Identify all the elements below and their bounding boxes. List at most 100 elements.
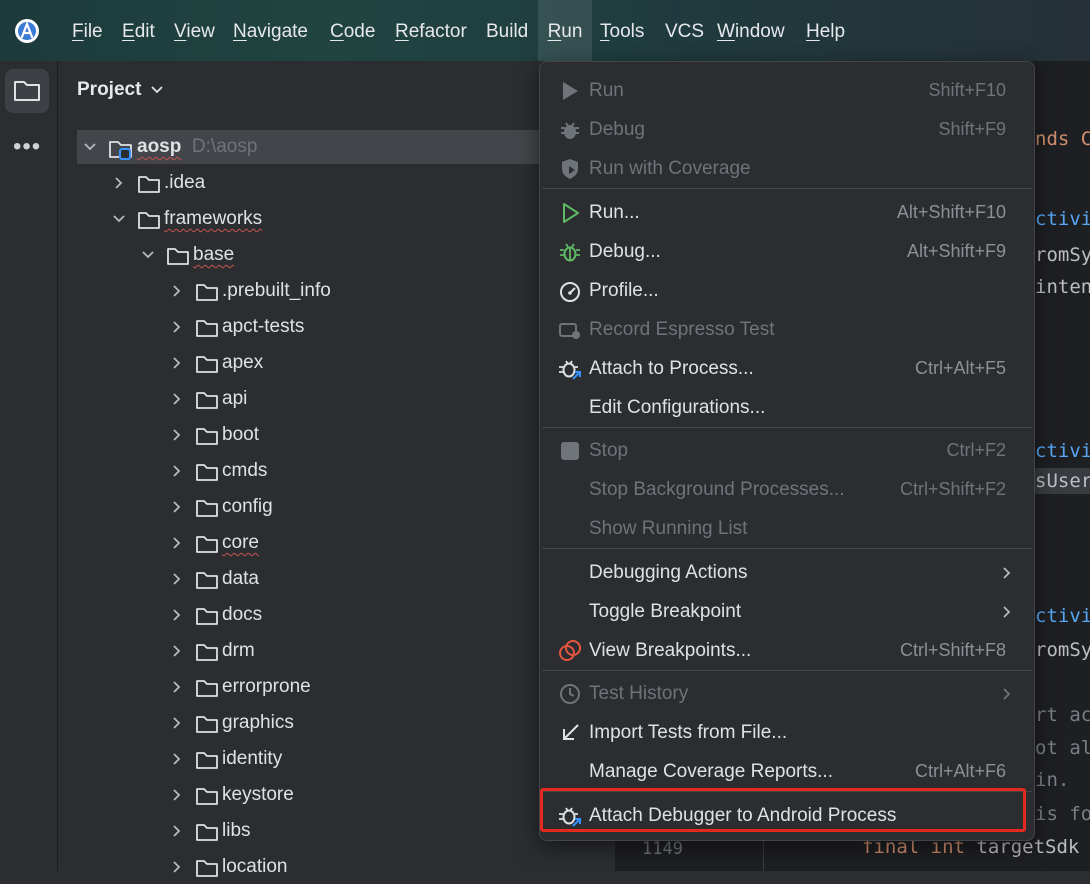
coverage-shield-icon <box>562 159 578 179</box>
tree-row[interactable]: libs <box>77 814 618 848</box>
tree-label-root: aosp D:\aosp <box>137 136 258 157</box>
tree-row[interactable]: apct-tests <box>77 310 618 344</box>
tree-row-root[interactable]: aosp D:\aosp <box>77 130 618 164</box>
tree-row[interactable]: apex <box>77 346 618 380</box>
menu-item-debugging-actions[interactable]: Debugging Actions <box>542 553 1032 592</box>
tree-row[interactable]: location <box>77 850 618 884</box>
chevron-right-icon[interactable] <box>170 789 184 801</box>
menu-item-toggle-breakpoint[interactable]: Toggle Breakpoint <box>542 592 1032 631</box>
android-studio-logo-icon[interactable] <box>14 18 40 44</box>
tree-label: drm <box>222 640 255 661</box>
menu-view[interactable]: View <box>174 0 215 61</box>
chevron-right-icon[interactable] <box>170 321 184 333</box>
chevron-right-icon[interactable] <box>170 717 184 729</box>
tree-row[interactable]: frameworks <box>77 202 618 236</box>
tree-row[interactable]: docs <box>77 598 618 632</box>
project-tool-button[interactable] <box>5 69 49 113</box>
menu-file[interactable]: File <box>72 0 103 61</box>
chevron-down-icon[interactable] <box>83 141 97 153</box>
tree-row[interactable]: boot <box>77 418 618 452</box>
folder-icon <box>196 428 218 445</box>
menu-code[interactable]: Code <box>330 0 375 61</box>
menu-item-debug[interactable]: Debug Shift+F9 <box>542 110 1032 149</box>
menu-help[interactable]: Help <box>806 0 845 61</box>
menu-item-shortcut: Ctrl+F2 <box>946 440 1006 460</box>
tree-row[interactable]: base <box>77 238 618 272</box>
menu-item-view-breakpoints[interactable]: View Breakpoints... Ctrl+Shift+F8 <box>542 631 1032 670</box>
menu-run[interactable]: Run <box>538 0 592 61</box>
tree-row[interactable]: drm <box>77 634 618 668</box>
menu-item-shortcut: Alt+Shift+F10 <box>896 202 1006 222</box>
chevron-down-icon[interactable] <box>112 213 126 225</box>
tree-row[interactable]: api <box>77 382 618 416</box>
tree-label: core <box>222 532 259 553</box>
profile-gauge-icon <box>560 282 580 302</box>
menu-item-edit-configurations[interactable]: Edit Configurations... <box>542 388 1032 427</box>
menu-item-import-tests[interactable]: Import Tests from File... <box>542 713 1032 752</box>
chevron-right-icon[interactable] <box>170 645 184 657</box>
menu-build[interactable]: Build <box>486 0 528 61</box>
tree-label: keystore <box>222 784 294 805</box>
chevron-right-icon[interactable] <box>170 537 184 549</box>
chevron-right-icon[interactable] <box>170 285 184 297</box>
tree-row[interactable]: graphics <box>77 706 618 740</box>
chevron-right-icon[interactable] <box>170 357 184 369</box>
menu-item-debug-config[interactable]: Debug... Alt+Shift+F9 <box>542 232 1032 271</box>
tree-row[interactable]: keystore <box>77 778 618 812</box>
chevron-right-icon[interactable] <box>170 681 184 693</box>
menu-item-label: View Breakpoints... <box>589 640 752 661</box>
menu-item-manage-coverage[interactable]: Manage Coverage Reports... Ctrl+Alt+F6 <box>542 752 1032 791</box>
tree-row[interactable]: .prebuilt_info <box>77 274 618 308</box>
tree-row[interactable]: data <box>77 562 618 596</box>
tree-label: apct-tests <box>222 316 305 337</box>
folder-icon <box>196 680 218 697</box>
tree-row[interactable]: identity <box>77 742 618 776</box>
menu-window[interactable]: Window <box>717 0 785 61</box>
menu-item-shortcut: Ctrl+Alt+F5 <box>914 358 1006 378</box>
chevron-right-icon[interactable] <box>170 753 184 765</box>
chevron-right-icon[interactable] <box>170 465 184 477</box>
chevron-right-icon[interactable] <box>170 609 184 621</box>
chevron-right-icon[interactable] <box>170 429 184 441</box>
menu-refactor[interactable]: Refactor <box>395 0 467 61</box>
menu-item-run-with-coverage[interactable]: Run with Coverage <box>542 149 1032 188</box>
chevron-right-icon[interactable] <box>112 177 126 189</box>
menu-item-run[interactable]: Run Shift+F10 <box>542 71 1032 110</box>
chevron-right-icon[interactable] <box>170 573 184 585</box>
menu-item-profile[interactable]: Profile... <box>542 271 1032 310</box>
chevron-down-icon[interactable] <box>150 85 164 95</box>
folder-icon <box>196 536 218 553</box>
chevron-right-icon[interactable] <box>170 393 184 405</box>
record-espresso-icon <box>559 323 580 339</box>
menu-item-stop[interactable]: Stop Ctrl+F2 <box>542 431 1032 470</box>
menu-item-label: Debugging Actions <box>589 562 748 583</box>
folder-icon <box>196 716 218 733</box>
tree-row[interactable]: config <box>77 490 618 524</box>
menu-navigate[interactable]: Navigate <box>233 0 308 61</box>
menu-item-label: Run with Coverage <box>589 158 751 179</box>
tree-row[interactable]: cmds <box>77 454 618 488</box>
project-view-selector[interactable]: Project <box>77 79 141 101</box>
menu-item-stop-background[interactable]: Stop Background Processes... Ctrl+Shift+… <box>542 470 1032 509</box>
menu-edit[interactable]: Edit <box>122 0 155 61</box>
menu-item-show-running-list[interactable]: Show Running List <box>542 509 1032 548</box>
chevron-right-icon[interactable] <box>170 861 184 873</box>
tree-row[interactable]: errorprone <box>77 670 618 704</box>
chevron-right-icon[interactable] <box>170 501 184 513</box>
code-line: romSy <box>1035 639 1090 661</box>
tree-row[interactable]: core <box>77 526 618 560</box>
chevron-down-icon[interactable] <box>141 249 155 261</box>
folder-icon <box>196 644 218 661</box>
more-tools-icon[interactable]: ••• <box>13 135 43 161</box>
chevron-right-icon[interactable] <box>170 825 184 837</box>
menu-item-record-espresso[interactable]: Record Espresso Test <box>542 310 1032 349</box>
menu-tools[interactable]: Tools <box>600 0 644 61</box>
menu-item-label: Run... <box>589 202 640 223</box>
menu-item-test-history[interactable]: Test History <box>542 674 1032 713</box>
tree-label: frameworks <box>164 208 263 229</box>
code-line: in. <box>1035 769 1070 791</box>
tree-row[interactable]: .idea <box>77 166 618 200</box>
menu-item-run-config[interactable]: Run... Alt+Shift+F10 <box>542 193 1032 232</box>
menu-item-attach-to-process[interactable]: Attach to Process... Ctrl+Alt+F5 <box>542 349 1032 388</box>
menu-vcs[interactable]: VCS <box>665 0 704 61</box>
